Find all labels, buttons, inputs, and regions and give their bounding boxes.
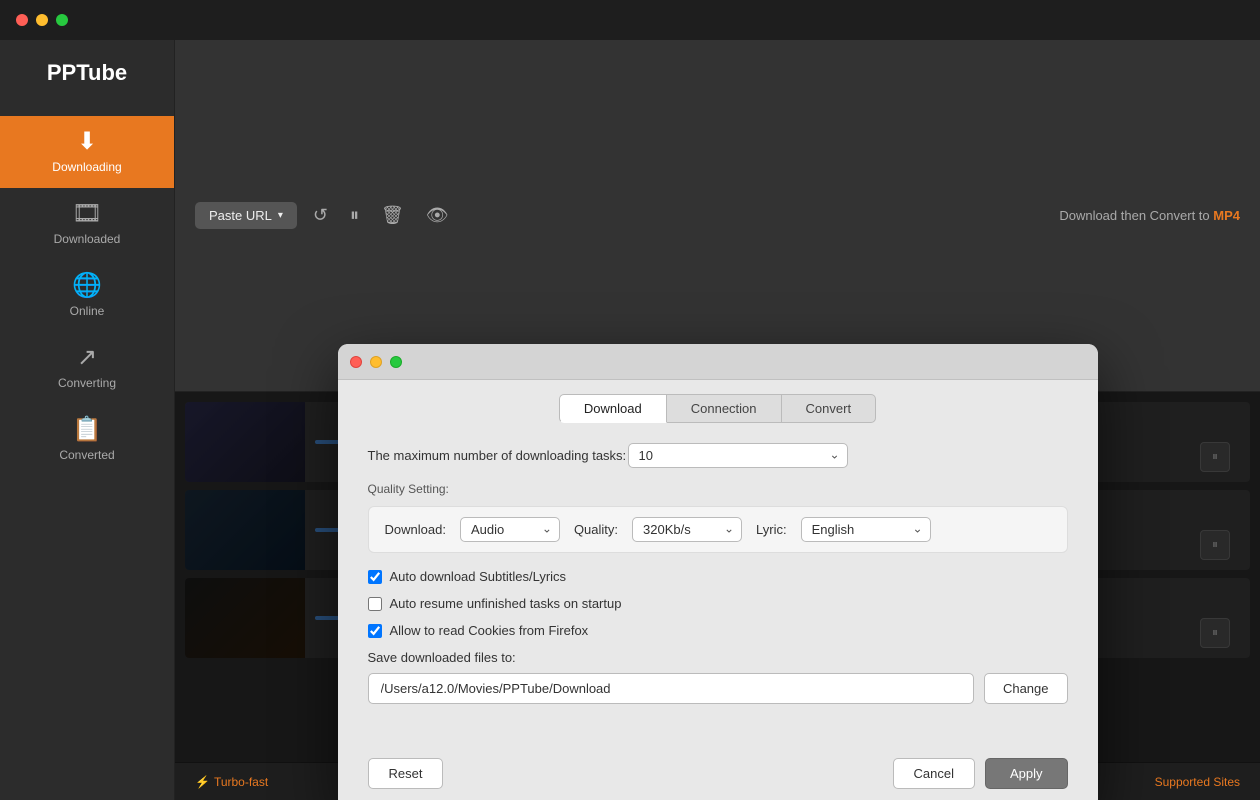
checkbox-subtitles-row: Auto download Subtitles/Lyrics	[368, 569, 1068, 584]
video-list: ⏸ ⏸	[175, 392, 1260, 763]
cookies-checkbox[interactable]	[368, 624, 382, 638]
modal-minimize-icon[interactable]	[370, 356, 382, 368]
sidebar-item-online[interactable]: 🌐 Online	[0, 260, 174, 332]
tab-download[interactable]: Download	[559, 394, 667, 423]
max-tasks-select-wrap: 10 5 3 1	[628, 443, 848, 468]
modal-maximize-icon[interactable]	[390, 356, 402, 368]
download-type-select[interactable]: Audio Video	[460, 517, 560, 542]
modal-overlay: Download Connection Convert The maximum …	[175, 392, 1260, 763]
toolbar: Paste URL ▾ ↺ ⏸ 🗑 👁 Download then Conver…	[175, 40, 1260, 392]
download-icon: ⬇	[77, 130, 97, 154]
modal-close-icon[interactable]	[350, 356, 362, 368]
header-right-accent: MP4	[1213, 208, 1240, 223]
download-label: Download:	[385, 522, 446, 537]
checkbox-resume-row: Auto resume unfinished tasks on startup	[368, 596, 1068, 611]
content-area: Paste URL ▾ ↺ ⏸ 🗑 👁 Download then Conver…	[175, 40, 1260, 800]
app-container: PPTube ⬇ Downloading 🎞 Downloaded 🌐 Onli…	[0, 40, 1260, 800]
footer-right: Cancel Apply	[893, 758, 1068, 789]
download-type-select-wrap: Audio Video	[460, 517, 560, 542]
eye-button[interactable]: 👁	[420, 201, 455, 230]
subtitles-label: Auto download Subtitles/Lyrics	[390, 569, 567, 584]
checkbox-cookies-row: Allow to read Cookies from Firefox	[368, 623, 1068, 638]
lyric-select-wrap: English Chinese Japanese Korean	[801, 517, 931, 542]
tab-convert[interactable]: Convert	[782, 394, 877, 423]
sidebar-item-downloaded[interactable]: 🎞 Downloaded	[0, 188, 174, 260]
quality-select[interactable]: 320Kb/s 256Kb/s 192Kb/s 128Kb/s	[632, 517, 742, 542]
path-row: Change	[368, 673, 1068, 704]
lyric-label: Lyric:	[756, 522, 787, 537]
dropdown-arrow-icon: ▾	[278, 210, 283, 221]
max-tasks-row: The maximum number of downloading tasks:…	[368, 443, 1068, 468]
save-path-input[interactable]	[368, 673, 974, 704]
quality-section-label: Quality Setting:	[368, 482, 1068, 496]
pause-button[interactable]: ⏸	[344, 201, 365, 230]
supported-sites-link[interactable]: Supported Sites	[1155, 775, 1240, 789]
cancel-button[interactable]: Cancel	[893, 758, 975, 789]
max-tasks-label: The maximum number of downloading tasks:	[368, 448, 628, 463]
convert-icon: ↗	[77, 346, 97, 370]
maximize-icon[interactable]	[56, 14, 68, 26]
lyric-select[interactable]: English Chinese Japanese Korean	[801, 517, 931, 542]
modal-body: The maximum number of downloading tasks:…	[338, 423, 1098, 744]
resume-label: Auto resume unfinished tasks on startup	[390, 596, 622, 611]
sidebar-item-label: Downloaded	[54, 232, 121, 246]
sidebar-item-converted[interactable]: 📋 Converted	[0, 404, 174, 476]
app-logo: PPTube	[47, 50, 127, 96]
modal-tabs: Download Connection Convert	[338, 380, 1098, 423]
sidebar-item-label: Downloading	[52, 160, 121, 174]
sidebar-item-downloading[interactable]: ⬇ Downloading	[0, 116, 174, 188]
paste-url-label: Paste URL	[209, 208, 272, 223]
apply-button[interactable]: Apply	[985, 758, 1068, 789]
modal-titlebar	[338, 344, 1098, 380]
tab-connection[interactable]: Connection	[667, 394, 782, 423]
turbo-button[interactable]: ⚡ Turbo-fast	[195, 775, 268, 789]
resume-checkbox[interactable]	[368, 597, 382, 611]
subtitles-checkbox[interactable]	[368, 570, 382, 584]
save-label: Save downloaded files to:	[368, 650, 1068, 665]
quality-select-wrap: 320Kb/s 256Kb/s 192Kb/s 128Kb/s	[632, 517, 742, 542]
delete-button[interactable]: 🗑	[375, 201, 410, 230]
header-right: Download then Convert to MP4	[1059, 208, 1240, 223]
globe-icon: 🌐	[72, 274, 102, 298]
main-area: Paste URL ▾ ↺ ⏸ 🗑 👁 Download then Conver…	[175, 40, 1260, 800]
change-button[interactable]: Change	[984, 673, 1068, 704]
film-icon: 🎞	[72, 202, 102, 226]
modal-footer: Reset Cancel Apply	[338, 744, 1098, 800]
sidebar: PPTube ⬇ Downloading 🎞 Downloaded 🌐 Onli…	[0, 40, 175, 800]
converted-icon: 📋	[72, 418, 102, 442]
sidebar-item-label: Online	[70, 304, 105, 318]
minimize-icon[interactable]	[36, 14, 48, 26]
cookies-label: Allow to read Cookies from Firefox	[390, 623, 589, 638]
refresh-button[interactable]: ↺	[307, 201, 334, 230]
sidebar-item-converting[interactable]: ↗ Converting	[0, 332, 174, 404]
turbo-label: Turbo-fast	[214, 775, 268, 789]
preferences-modal: Download Connection Convert The maximum …	[338, 344, 1098, 800]
paste-url-button[interactable]: Paste URL ▾	[195, 202, 297, 229]
sidebar-item-label: Converted	[59, 448, 114, 462]
max-tasks-select[interactable]: 10 5 3 1	[628, 443, 848, 468]
header-right-text: Download then Convert to	[1059, 208, 1209, 223]
reset-button[interactable]: Reset	[368, 758, 444, 789]
sidebar-item-label: Converting	[58, 376, 116, 390]
close-icon[interactable]	[16, 14, 28, 26]
quality-label: Quality:	[574, 522, 618, 537]
app-titlebar	[0, 0, 1260, 40]
quality-row: Download: Audio Video Quality:	[368, 506, 1068, 553]
turbo-icon: ⚡	[195, 775, 210, 789]
